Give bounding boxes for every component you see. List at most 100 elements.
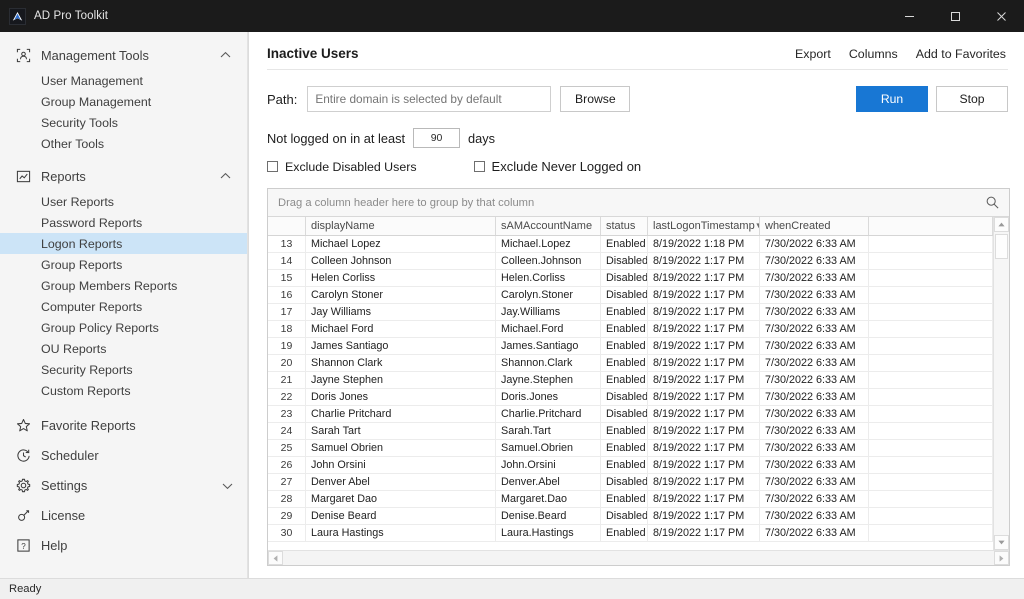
table-cell-displayname: Colleen Johnson — [306, 253, 496, 269]
sidebar-item-favorite-reports[interactable]: Favorite Reports — [0, 410, 247, 440]
sidebar-item-computer-reports[interactable]: Computer Reports — [0, 296, 247, 317]
maximize-icon[interactable] — [932, 0, 978, 32]
grid-rows: 13 Michael Lopez Michael.Lopez Enabled 8/19/… — [268, 236, 993, 550]
table-row[interactable]: 29 Denise Beard Denise.Beard Disabled 8/19/2… — [268, 508, 993, 525]
table-row[interactable]: 26 John Orsini John.Orsini Enabled 8/19/2022… — [268, 457, 993, 474]
column-header-status[interactable]: status — [601, 217, 648, 235]
sidebar-group-reports[interactable]: Reports — [0, 163, 247, 189]
table-row[interactable]: 18 Michael Ford Michael.Ford Enabled 8/19/20… — [268, 321, 993, 338]
table-cell-whencreated: 7/30/2022 6:33 AM — [760, 338, 869, 354]
table-row[interactable]: 19 James Santiago James.Santiago Enabled 8/1… — [268, 338, 993, 355]
table-row[interactable]: 27 Denver Abel Denver.Abel Disabled 8/19/202… — [268, 474, 993, 491]
chevron-down-icon[interactable] — [222, 478, 233, 493]
table-row[interactable]: 23 Charlie Pritchard Charlie.Pritchard Disa… — [268, 406, 993, 423]
sidebar-item-other-tools[interactable]: Other Tools — [0, 133, 247, 154]
days-input[interactable] — [413, 128, 461, 148]
sidebar-item-group-members-reports[interactable]: Group Members Reports — [0, 275, 247, 296]
table-row[interactable]: 14 Colleen Johnson Colleen.Johnson Disabled… — [268, 253, 993, 270]
sidebar-item-settings[interactable]: Settings — [0, 470, 247, 500]
scroll-left-arrow-icon[interactable] — [268, 551, 283, 565]
table-row[interactable]: 15 Helen Corliss Helen.Corliss Disabled 8/19… — [268, 270, 993, 287]
sidebar-group-management-tools[interactable]: Management Tools — [0, 42, 247, 68]
sidebar-item-group-policy-reports[interactable]: Group Policy Reports — [0, 317, 247, 338]
scroll-up-arrow-icon[interactable] — [994, 217, 1009, 232]
columns-button[interactable]: Columns — [849, 47, 898, 61]
vertical-scrollbar[interactable] — [993, 217, 1009, 550]
horizontal-scroll-track[interactable] — [283, 551, 994, 565]
scroll-down-arrow-icon[interactable] — [994, 535, 1009, 550]
table-cell-filler — [869, 474, 993, 490]
table-cell-filler — [869, 236, 993, 252]
table-cell-whencreated: 7/30/2022 6:33 AM — [760, 236, 869, 252]
table-cell-displayname: Helen Corliss — [306, 270, 496, 286]
column-header-whencreated[interactable]: whenCreated — [760, 217, 869, 235]
chevron-up-icon[interactable] — [217, 47, 233, 63]
path-input[interactable] — [307, 86, 552, 112]
browse-button[interactable]: Browse — [560, 86, 631, 112]
sidebar-item-ou-reports[interactable]: OU Reports — [0, 338, 247, 359]
table-cell-lastlogontimestamp: 8/19/2022 1:17 PM — [648, 270, 760, 286]
table-cell-displayname: Sarah Tart — [306, 423, 496, 439]
table-cell-whencreated: 7/30/2022 6:33 AM — [760, 389, 869, 405]
table-cell-status: Enabled — [601, 457, 648, 473]
question-box-icon: ? — [14, 536, 32, 554]
close-icon[interactable] — [978, 0, 1024, 32]
sidebar-item-password-reports[interactable]: Password Reports — [0, 212, 247, 233]
search-icon[interactable] — [983, 194, 1001, 212]
table-cell-displayname: Laura Hastings — [306, 525, 496, 541]
exclude-disabled-users-checkbox[interactable]: Exclude Disabled Users — [267, 160, 417, 174]
table-row[interactable]: 20 Shannon Clark Shannon.Clark Enabled 8/19/… — [268, 355, 993, 372]
sidebar-item-user-reports[interactable]: User Reports — [0, 191, 247, 212]
table-cell-lastlogontimestamp: 8/19/2022 1:17 PM — [648, 440, 760, 456]
sidebar-item-help[interactable]: ? Help — [0, 530, 247, 560]
run-button[interactable]: Run — [856, 86, 928, 112]
column-header-index[interactable] — [268, 217, 306, 235]
sidebar-item-scheduler[interactable]: Scheduler — [0, 440, 247, 470]
sidebar-item-group-reports[interactable]: Group Reports — [0, 254, 247, 275]
table-row[interactable]: 16 Carolyn Stoner Carolyn.Stoner Disabled 8/… — [268, 287, 993, 304]
content-inner: Inactive Users Export Columns Add to Fav… — [249, 32, 1024, 578]
column-header-samaccountname[interactable]: sAMAccountName — [496, 217, 601, 235]
vertical-scroll-track[interactable] — [994, 232, 1009, 535]
sidebar-item-security-tools[interactable]: Security Tools — [0, 112, 247, 133]
table-cell-whencreated: 7/30/2022 6:33 AM — [760, 406, 869, 422]
stop-button[interactable]: Stop — [936, 86, 1008, 112]
sidebar-item-logon-reports[interactable]: Logon Reports — [0, 233, 247, 254]
filters-row: Exclude Disabled Users Exclude Never Log… — [267, 148, 1010, 174]
horizontal-scrollbar[interactable] — [268, 550, 1009, 565]
sidebar-item-label: Security Reports — [41, 362, 133, 377]
table-cell-samaccountname: Samuel.Obrien — [496, 440, 601, 456]
sidebar-item-security-reports[interactable]: Security Reports — [0, 359, 247, 380]
add-to-favorites-button[interactable]: Add to Favorites — [916, 47, 1006, 61]
column-header-lastlogontimestamp[interactable]: lastLogonTimestamp ▼ — [648, 217, 760, 235]
sidebar-item-group-management[interactable]: Group Management — [0, 91, 247, 112]
table-cell-lastlogontimestamp: 8/19/2022 1:17 PM — [648, 457, 760, 473]
table-row[interactable]: 28 Margaret Dao Margaret.Dao Enabled 8/19/20… — [268, 491, 993, 508]
table-row[interactable]: 25 Samuel Obrien Samuel.Obrien Enabled 8/19/… — [268, 440, 993, 457]
sidebar-item-license[interactable]: License — [0, 500, 247, 530]
table-row[interactable]: 30 Laura Hastings Laura.Hastings Enabled 8/1… — [268, 525, 993, 542]
chevron-up-icon[interactable] — [217, 168, 233, 184]
vertical-scroll-thumb[interactable] — [995, 234, 1008, 259]
table-row[interactable]: 24 Sarah Tart Sarah.Tart Enabled 8/19/2022 1… — [268, 423, 993, 440]
scroll-right-arrow-icon[interactable] — [994, 551, 1009, 565]
export-button[interactable]: Export — [795, 47, 831, 61]
group-by-panel[interactable]: Drag a column header here to group by th… — [268, 189, 1009, 217]
table-row[interactable]: 21 Jayne Stephen Jayne.Stephen Enabled 8/19/… — [268, 372, 993, 389]
grid-columns: displayName sAMAccountName status lastLo… — [268, 217, 993, 550]
table-cell-filler — [869, 406, 993, 422]
column-header-displayname[interactable]: displayName — [306, 217, 496, 235]
table-cell-idx: 16 — [268, 287, 306, 303]
sidebar-item-user-management[interactable]: User Management — [0, 70, 247, 91]
table-cell-filler — [869, 372, 993, 388]
exclude-never-logged-on-checkbox[interactable]: Exclude Never Logged on — [473, 159, 641, 174]
minimize-icon[interactable] — [886, 0, 932, 32]
table-row[interactable]: 17 Jay Williams Jay.Williams Enabled 8/19/20… — [268, 304, 993, 321]
sidebar-item-custom-reports[interactable]: Custom Reports — [0, 380, 247, 401]
table-row[interactable]: 22 Doris Jones Doris.Jones Disabled 8/19/202… — [268, 389, 993, 406]
table-cell-idx: 19 — [268, 338, 306, 354]
table-row[interactable]: 13 Michael Lopez Michael.Lopez Enabled 8/19/… — [268, 236, 993, 253]
sidebar-item-label: OU Reports — [41, 341, 107, 356]
table-cell-displayname: Michael Ford — [306, 321, 496, 337]
table-cell-samaccountname: James.Santiago — [496, 338, 601, 354]
